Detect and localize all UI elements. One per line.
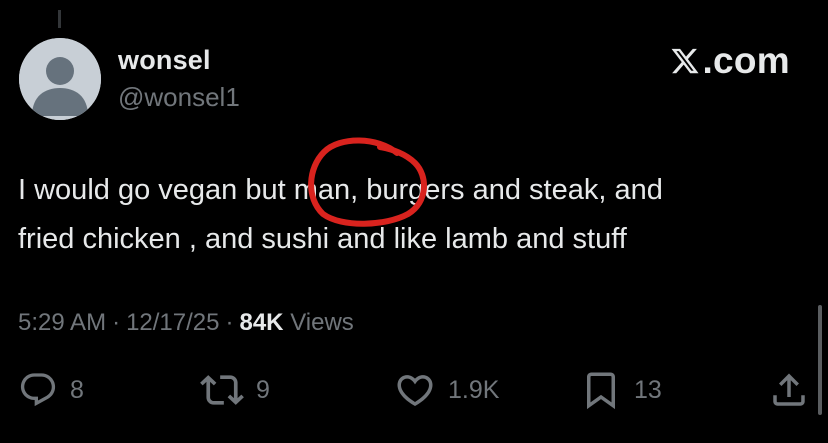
bookmark-icon xyxy=(587,372,615,410)
heart-icon xyxy=(397,375,433,407)
thread-connector-line xyxy=(58,10,61,28)
bookmark-count: 13 xyxy=(634,375,662,404)
default-avatar-icon xyxy=(19,38,101,120)
author-handle[interactable]: @wonsel1 xyxy=(118,82,240,113)
x-logo-icon xyxy=(672,48,699,74)
tweet-date[interactable]: 12/17/25 xyxy=(126,309,219,336)
share-icon xyxy=(773,373,805,406)
views-count: 84K xyxy=(239,309,284,336)
meta-separator: · xyxy=(225,309,234,336)
scrollbar[interactable] xyxy=(818,305,822,415)
tweet-metadata: 5:29 AM · 12/17/25 · 84K Views xyxy=(18,309,354,337)
repost-button[interactable]: 9 xyxy=(200,366,270,414)
reply-count: 8 xyxy=(70,375,84,404)
repost-count: 9 xyxy=(256,375,270,404)
reply-button[interactable]: 8 xyxy=(18,366,84,414)
like-button[interactable]: 1.9K xyxy=(394,366,499,414)
author-display-name[interactable]: wonsel xyxy=(118,45,211,76)
action-bar: 8 9 1.9K 13 xyxy=(0,366,828,414)
brand-watermark: .com xyxy=(670,40,790,82)
share-button[interactable] xyxy=(768,366,810,414)
avatar[interactable] xyxy=(19,38,101,120)
repost-icon xyxy=(200,375,244,405)
meta-separator: · xyxy=(112,309,121,336)
like-count: 1.9K xyxy=(448,375,500,404)
brand-domain-text: .com xyxy=(702,40,790,81)
bookmark-button[interactable]: 13 xyxy=(580,366,662,414)
tweet-text: I would go vegan but man, burgers and st… xyxy=(18,174,663,255)
views-label: Views xyxy=(290,309,354,336)
tweet-time[interactable]: 5:29 AM xyxy=(18,309,106,336)
reply-icon xyxy=(20,373,56,407)
